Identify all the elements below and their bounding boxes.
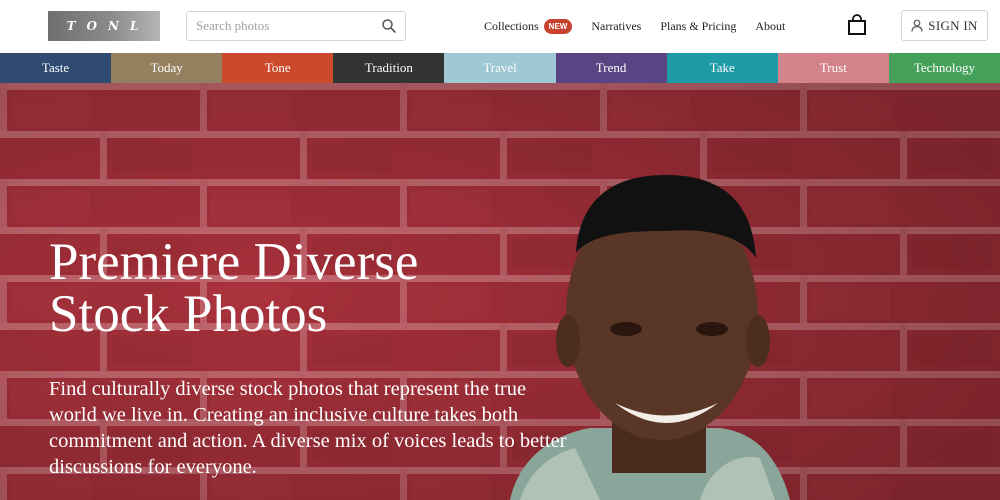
site-header: TONL Collections NEW Narratives Plans & … <box>0 0 1000 53</box>
hero-description: Find culturally diverse stock photos tha… <box>49 378 567 478</box>
search-box[interactable] <box>186 11 406 41</box>
new-badge: NEW <box>543 18 573 34</box>
nav-about[interactable]: About <box>755 19 785 34</box>
hero-title-line-2: Stock Photos <box>49 285 328 343</box>
shopping-bag-icon[interactable] <box>847 14 867 36</box>
search-input[interactable] <box>187 12 377 40</box>
nav-collections[interactable]: Collections NEW <box>484 18 573 34</box>
nav-narratives[interactable]: Narratives <box>591 19 641 34</box>
category-bar: Taste Today Tone Tradition Travel Trend Take Tr… <box>0 53 1000 83</box>
user-icon <box>911 19 923 32</box>
category-tradition[interactable]: Tradition <box>333 53 445 83</box>
sign-in-label: SIGN IN <box>928 17 978 33</box>
category-travel[interactable]: Travel <box>444 53 556 83</box>
category-take[interactable]: Take <box>666 53 778 83</box>
category-taste[interactable]: Taste <box>0 53 112 83</box>
category-trend[interactable]: Trend <box>555 53 667 83</box>
category-today[interactable]: Today <box>111 53 223 83</box>
category-technology[interactable]: Technology <box>888 53 1000 83</box>
hero-title: Premiere Diverse Stock Photos <box>49 233 529 343</box>
category-tone[interactable]: Tone <box>222 53 334 83</box>
hero-section: Premiere Diverse Stock Photos Find cultu… <box>0 83 1000 500</box>
nav-collections-label: Collections <box>484 18 539 33</box>
tonl-logo[interactable]: TONL <box>48 11 160 41</box>
hero-title-line-1: Premiere Diverse <box>49 233 419 291</box>
nav-plans-pricing[interactable]: Plans & Pricing <box>660 19 736 34</box>
main-nav: Collections NEW Narratives Plans & Prici… <box>484 17 785 35</box>
search-icon[interactable] <box>381 18 397 34</box>
category-trust[interactable]: Trust <box>777 53 889 83</box>
sign-in-button[interactable]: SIGN IN <box>901 10 988 41</box>
